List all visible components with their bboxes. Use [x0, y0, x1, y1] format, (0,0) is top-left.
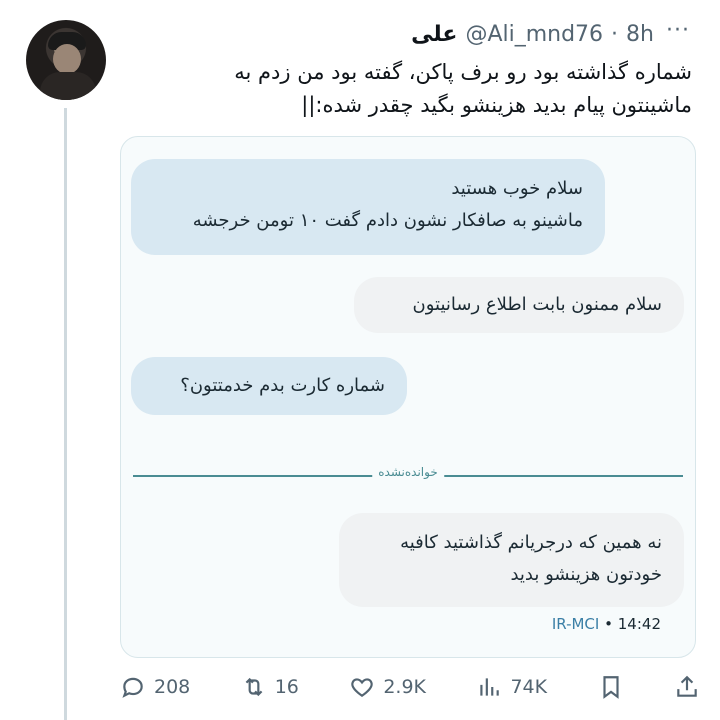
share-button[interactable] [674, 674, 700, 700]
heart-icon [351, 678, 374, 697]
meta-separator: • [604, 615, 613, 633]
view-count: 74K [510, 676, 548, 698]
tweet-time[interactable]: 8h [626, 22, 654, 47]
author-handle[interactable]: @Ali_mnd76 [465, 22, 603, 47]
incoming-message: شماره کارت بدم خدمتتون؟ [131, 357, 407, 415]
message-line: سلام ممنون بابت اطلاع رسانیتون [412, 294, 663, 315]
unread-label: خوانده‌نشده [372, 465, 444, 479]
message-line: نه همین که درجریانم گذاشتید کافیه [400, 532, 662, 553]
avatar[interactable] [26, 20, 106, 100]
reply-button[interactable]: 208 [120, 674, 190, 700]
like-count: 2.9K [383, 676, 427, 698]
reply-count: 208 [154, 676, 191, 698]
tweet-text-line: ماشینتون پیام بدید هزینشو بگید چقدر شده:… [301, 93, 692, 117]
message-line: خودتون هزینشو بدید [510, 564, 662, 585]
message-time: 14:42 [617, 615, 661, 633]
retweet-icon [245, 677, 263, 697]
tweet-text: شماره گذاشته بود رو برف پاکن، گفته بود م… [150, 56, 692, 122]
thread-line [64, 108, 67, 720]
like-button[interactable]: 2.9K [349, 674, 426, 700]
operator-name: IR-MCI [551, 615, 600, 633]
retweet-count: 16 [274, 676, 299, 698]
views-button[interactable]: 74K [476, 674, 547, 700]
author-name[interactable]: علی [411, 22, 457, 47]
outgoing-message: سلام ممنون بابت اطلاع رسانیتون [354, 277, 684, 333]
bookmark-button[interactable] [598, 674, 624, 700]
tweet-header: علی @Ali_mnd76 · 8h [411, 20, 654, 48]
action-bar: 208 16 2.9K 74K [120, 670, 700, 704]
retweet-button[interactable]: 16 [241, 674, 299, 700]
message-line: ماشینو به صافکار نشون دادم گفت ۱۰ تومن خ… [192, 210, 583, 231]
tweet-text-line: شماره گذاشته بود رو برف پاکن، گفته بود م… [234, 60, 692, 84]
message-line: سلام خوب هستید [451, 178, 583, 199]
message-meta: IR-MCI • 14:42 [552, 615, 661, 633]
outgoing-message: نه همین که درجریانم گذاشتید کافیه خودتون… [339, 513, 684, 607]
bar-chart-icon [480, 678, 500, 696]
separator: · [611, 21, 619, 47]
message-line: شماره کارت بدم خدمتتون؟ [180, 375, 385, 396]
incoming-message: سلام خوب هستید ماشینو به صافکار نشون داد… [131, 159, 605, 255]
more-options-icon[interactable]: ··· [666, 18, 690, 43]
reply-icon [122, 677, 143, 698]
bookmark-icon [602, 676, 619, 699]
share-icon [677, 675, 697, 697]
sms-screenshot-card[interactable]: سلام خوب هستید ماشینو به صافکار نشون داد… [120, 136, 696, 658]
